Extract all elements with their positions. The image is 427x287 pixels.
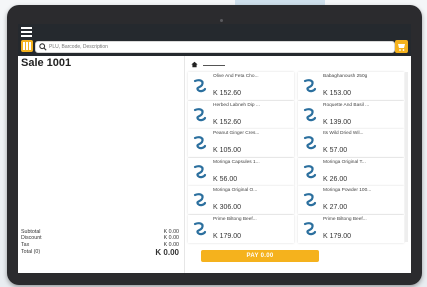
home-icon[interactable] xyxy=(191,61,198,68)
product-name: Peanut Ginger Cres... xyxy=(213,131,260,136)
product-logo-icon xyxy=(302,164,318,180)
product-card[interactable]: Moringa Powder 100... K 27.00 xyxy=(298,186,404,214)
pos-screen: Sale 1001 SubtotalK 0.00 DiscountK 0.00 … xyxy=(18,24,411,273)
product-price: K 306.00 xyxy=(213,204,242,211)
product-price: K 152.60 xyxy=(213,118,242,126)
product-scrollbar[interactable] xyxy=(405,72,408,242)
pay-area: PAY 0.00 xyxy=(185,247,411,273)
product-logo-icon xyxy=(192,192,208,208)
product-logo-icon xyxy=(192,107,208,123)
product-name: Olive And Feta Cho... xyxy=(213,74,259,79)
product-logo-icon xyxy=(192,164,208,180)
grid-view-icon[interactable] xyxy=(21,40,33,52)
product-logo-icon xyxy=(302,192,318,208)
product-name: Roquette And Basil ... xyxy=(323,102,370,108)
product-card[interactable]: Moringa Original O... K 306.00 xyxy=(188,186,294,214)
product-price: K 139.00 xyxy=(323,118,352,126)
product-name: Herbed Labneh Dip ... xyxy=(213,102,260,108)
cart-button[interactable] xyxy=(395,40,408,53)
totals-panel: Subtotal K 0.00 Discount K 0.00 Tax K 0.00 … xyxy=(21,229,179,257)
product-card[interactable]: Roquette And Basil ... K 139.00 xyxy=(298,100,404,129)
product-card[interactable]: Prime Biltong Beef... K 179.00 xyxy=(298,214,404,243)
product-name: Moringa Capsules 1... xyxy=(213,159,260,165)
product-name: Moringa Powder 100... xyxy=(323,188,372,193)
product-price: K 179.00 xyxy=(323,232,352,240)
total-label: Total (0) xyxy=(21,249,41,256)
search-field[interactable] xyxy=(35,41,395,53)
product-name: Prime Biltong Beef... xyxy=(213,216,257,222)
product-logo-icon xyxy=(302,135,318,151)
breadcrumb xyxy=(203,65,225,66)
total-value: K 0.00 xyxy=(155,248,179,258)
pay-button[interactable]: PAY 0.00 xyxy=(201,250,319,262)
search-input[interactable] xyxy=(47,42,379,52)
product-price: K 152.60 xyxy=(213,90,242,97)
product-price: K 26.00 xyxy=(323,175,348,183)
product-card[interactable]: Herbed Labneh Dip ... K 152.60 xyxy=(188,100,294,129)
product-logo-icon xyxy=(192,78,208,94)
app-bar xyxy=(18,24,411,56)
product-card[interactable]: Its Wild Dried Wil... K 57.00 xyxy=(298,129,404,157)
panel-divider xyxy=(184,56,185,273)
product-price: K 179.00 xyxy=(213,232,242,240)
product-name: Prime Biltong Beef... xyxy=(323,216,367,222)
camera xyxy=(220,19,223,22)
product-card[interactable]: Olive And Feta Cho... K 152.60 xyxy=(188,72,294,100)
product-card[interactable]: Prime Biltong Beef... K 179.00 xyxy=(188,214,294,243)
product-logo-icon xyxy=(192,135,208,151)
product-price: K 57.00 xyxy=(323,147,348,154)
product-logo-icon xyxy=(302,78,318,94)
product-price: K 56.00 xyxy=(213,175,238,183)
product-card[interactable]: Babaghanoush 250g K 153.00 xyxy=(298,72,404,100)
product-name: Its Wild Dried Wil... xyxy=(323,131,364,136)
product-card[interactable]: Moringa Capsules 1... K 56.00 xyxy=(188,157,294,186)
sale-title: Sale 1001 xyxy=(21,57,72,69)
product-logo-icon xyxy=(302,221,318,237)
product-name: Moringa Original O... xyxy=(213,188,258,193)
product-logo-icon xyxy=(302,107,318,123)
product-logo-icon xyxy=(192,221,208,237)
hamburger-menu-icon[interactable] xyxy=(21,27,32,37)
product-price: K 105.00 xyxy=(213,147,242,154)
total-row: Total (0) K 0.00 xyxy=(21,248,179,257)
product-card[interactable]: Moringa Original T... K 26.00 xyxy=(298,157,404,186)
product-price: K 27.00 xyxy=(323,204,348,211)
product-card[interactable]: Peanut Ginger Cres... K 105.00 xyxy=(188,129,294,157)
search-icon xyxy=(39,43,47,51)
cart-icon xyxy=(398,44,405,51)
product-price: K 153.00 xyxy=(323,90,352,97)
product-name: Babaghanoush 250g xyxy=(323,74,368,79)
product-name: Moringa Original T... xyxy=(323,159,366,165)
